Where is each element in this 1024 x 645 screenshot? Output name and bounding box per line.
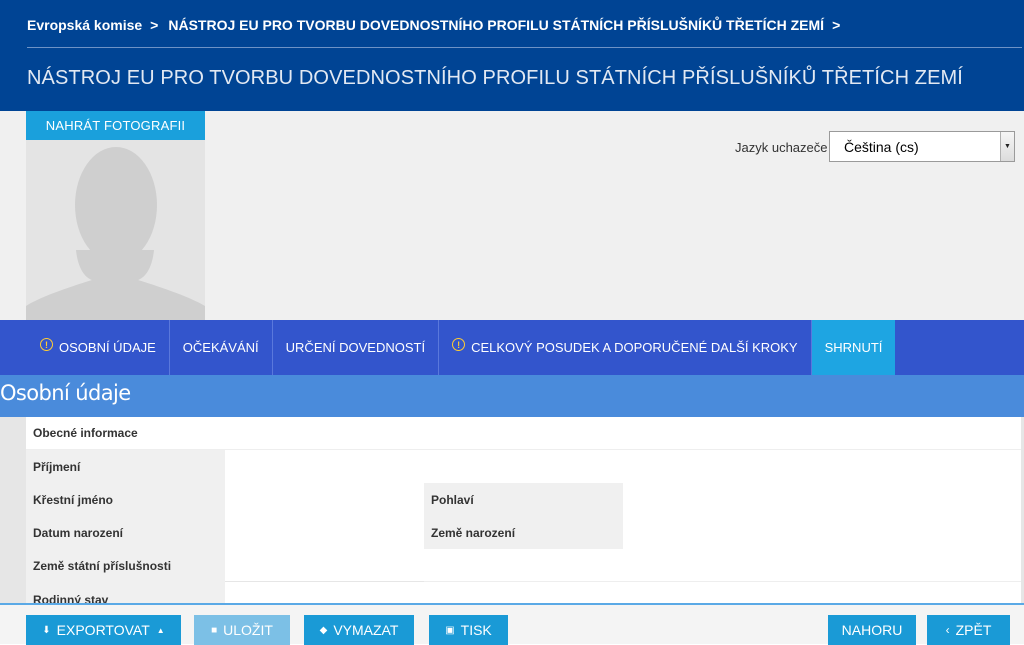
tab-personal-data[interactable]: ! OSOBNÍ ÚDAJE [27,320,170,375]
tab-label: OSOBNÍ ÚDAJE [59,340,156,355]
tab-skills-identification[interactable]: URČENÍ DOVEDNOSTÍ [273,320,440,375]
page-title: NÁSTROJ EU PRO TVORBU DOVEDNOSTNÍHO PROF… [27,67,963,89]
save-label: ULOŽIT [223,622,273,638]
section-header: Osobní údaje [0,375,1024,417]
caret-up-icon: ▲ [156,625,165,635]
clear-button[interactable]: ◆ VYMAZAT [304,615,414,645]
profile-header-area: Jazyk uchazeče Čeština (cs) ▼ [0,111,1024,320]
clear-label: VYMAZAT [333,622,399,638]
photo-placeholder [26,111,205,320]
person-silhouette-icon [26,147,205,320]
first-name-label: Křestní jméno [26,483,225,516]
breadcrumb: Evropská komise > NÁSTROJ EU PRO TVORBU … [27,17,850,33]
header-divider [27,47,1022,48]
gender-label: Pohlaví [424,483,623,516]
breadcrumb-separator: > [832,17,841,33]
scroll-top-button[interactable]: NAHORU [828,615,916,645]
printer-icon: ▣ [445,624,455,636]
surname-label: Příjmení [26,450,225,483]
surname-field[interactable] [225,450,1021,483]
back-label: ZPĚT [955,622,992,638]
breadcrumb-separator: > [150,17,159,33]
print-label: TISK [460,622,492,638]
back-button[interactable]: ‹ ZPĚT [927,615,1010,645]
citizenship-label: Země státní příslušnosti [26,549,225,582]
breadcrumb-item-tool[interactable]: NÁSTROJ EU PRO TVORBU DOVEDNOSTNÍHO PROF… [168,17,824,33]
export-label: EXPORTOVAT [56,622,150,638]
gender-field[interactable] [623,483,1021,516]
print-button[interactable]: ▣ TISK [429,615,508,645]
warning-icon: ! [40,338,53,351]
breadcrumb-item-commission[interactable]: Evropská komise [27,17,142,33]
warning-icon: ! [452,338,466,351]
group-title: Obecné informace [26,417,1021,450]
tab-label: CELKOVÝ POSUDEK A DOPORUČENÉ DALŠÍ KROKY [471,340,798,355]
tab-label: SHRNUTÍ [824,340,883,355]
language-selected-value: Čeština (cs) [844,138,919,155]
section-title: Osobní údaje [0,381,131,405]
tab-label: OČEKÁVÁNÍ [182,340,259,355]
floppy-disk-icon: ■ [211,624,218,636]
birth-country-field[interactable] [623,516,1021,549]
first-name-field[interactable] [225,483,424,516]
form-row: Datum narození Země narození [26,516,1021,549]
birth-country-label: Země narození [424,516,623,549]
chevron-left-icon: ‹ [945,623,950,637]
personal-data-form: Obecné informace Příjmení Křestní jméno … [0,417,1024,603]
form-row: Rodinný stav [26,582,1021,603]
save-button[interactable]: ■ ULOŽIT [194,615,290,645]
citizenship-field[interactable] [225,549,424,582]
form-row: Křestní jméno Pohlaví [26,483,1021,516]
download-icon: ⬇ [42,624,51,636]
language-select[interactable]: Čeština (cs) ▼ [829,131,1015,162]
dropdown-arrow-icon[interactable]: ▼ [1000,132,1014,161]
tab-label: URČENÍ DOVEDNOSTÍ [285,340,426,355]
birth-date-label: Datum narození [26,516,225,549]
marital-status-label: Rodinný stav [26,582,225,603]
form-row: Země státní příslušnosti [26,549,1021,582]
eraser-icon: ◆ [319,624,328,636]
site-header: Evropská komise > NÁSTROJ EU PRO TVORBU … [0,0,1024,111]
section-tabs: ! OSOBNÍ ÚDAJE OČEKÁVÁNÍ URČENÍ DOVEDNOS… [0,320,1024,375]
tab-expectations[interactable]: OČEKÁVÁNÍ [170,320,273,375]
birth-date-field[interactable] [225,516,424,549]
form-left-border [0,417,26,603]
form-row: Příjmení [26,450,1021,483]
marital-status-field[interactable] [225,582,424,603]
tab-summary[interactable]: SHRNUTÍ [811,320,896,375]
export-button[interactable]: ⬇ EXPORTOVAT ▲ [26,615,181,645]
bottom-toolbar: ⬇ EXPORTOVAT ▲ ■ ULOŽIT ◆ VYMAZAT ▣ TISK… [0,603,1024,645]
language-label: Jazyk uchazeče [735,140,828,155]
tab-overall-assessment[interactable]: ! CELKOVÝ POSUDEK A DOPORUČENÉ DALŠÍ KRO… [439,320,812,375]
upload-photo-button[interactable]: NAHRÁT FOTOGRAFII [26,111,205,140]
